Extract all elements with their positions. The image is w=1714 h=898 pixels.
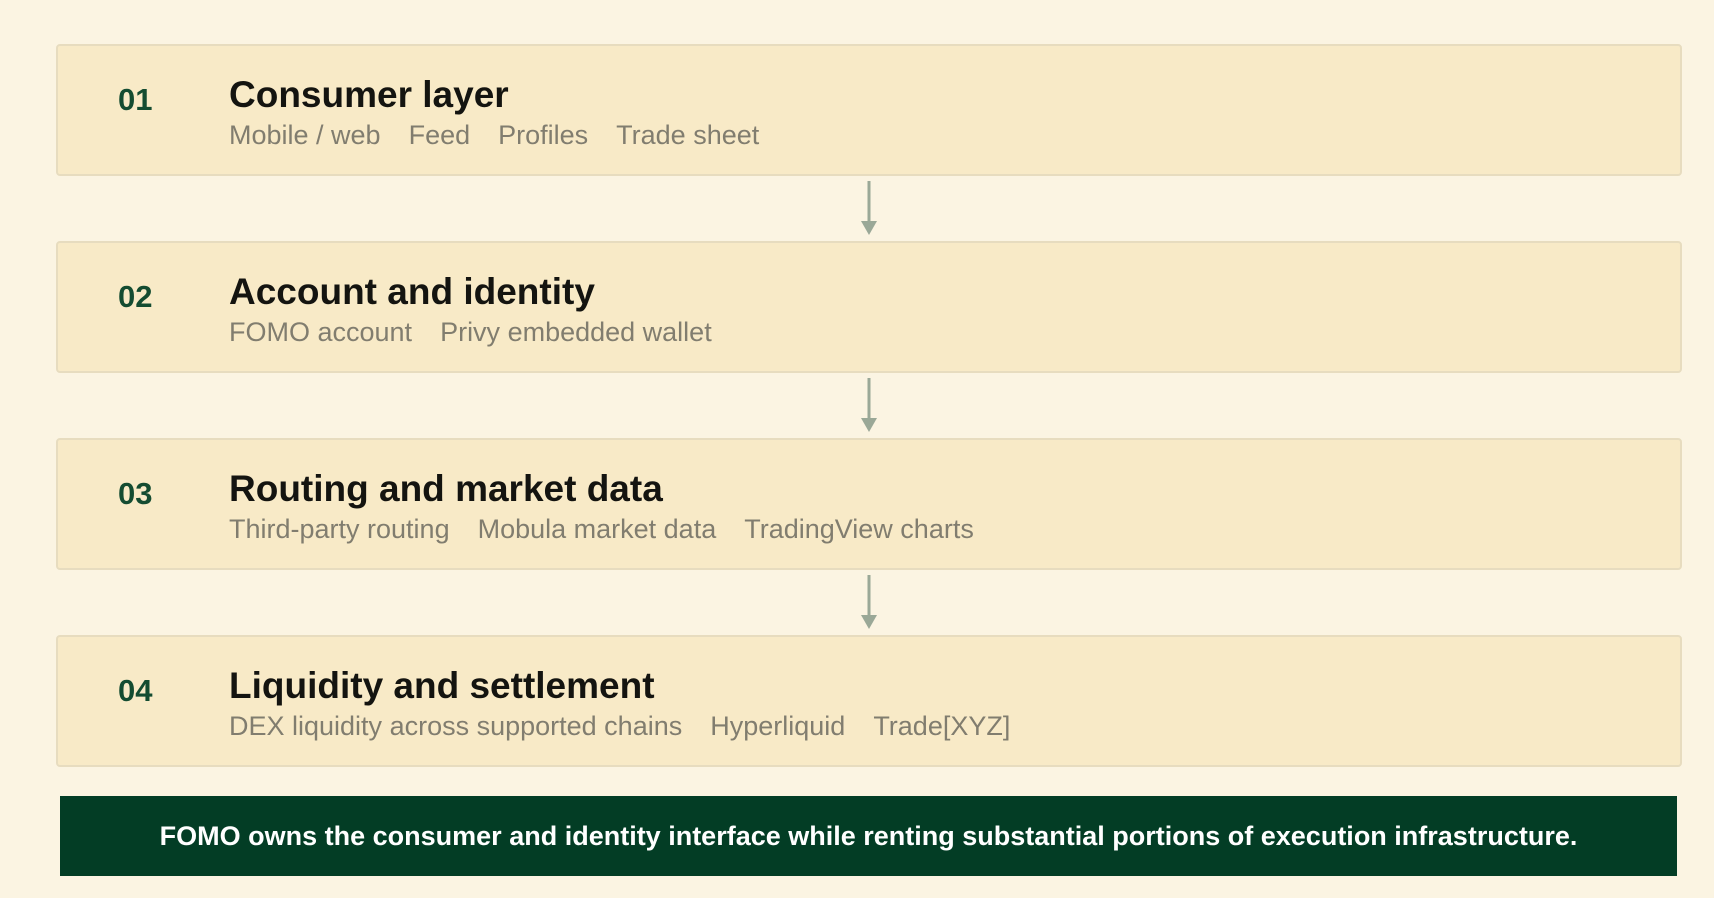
layer-number: 04 [118, 673, 153, 708]
layer-item: TradingView charts [744, 514, 974, 544]
layer-number: 01 [118, 82, 153, 117]
layer-body: Liquidity and settlement DEX liquidity a… [229, 665, 1660, 742]
layer-card-consumer: 01 Consumer layer Mobile / web Feed Profil… [56, 44, 1682, 176]
layer-item: DEX liquidity across supported chains [229, 711, 683, 741]
layer-title: Liquidity and settlement [229, 665, 655, 706]
connector [56, 176, 1682, 241]
arrow-down-icon [861, 575, 877, 629]
layer-number: 03 [118, 476, 153, 511]
layer-number: 02 [118, 279, 153, 314]
layer-body: Consumer layer Mobile / web Feed Profiles T… [229, 74, 1660, 151]
layer-item: Mobula market data [477, 514, 717, 544]
layer-item: Feed [408, 120, 471, 150]
layer-item: Trade sheet [616, 120, 760, 150]
layer-body: Routing and market data Third-party rout… [229, 468, 1660, 545]
summary-banner: FOMO owns the consumer and identity inte… [60, 796, 1677, 876]
layer-title: Account and identity [229, 271, 595, 312]
layer-card-account: 02 Account and identity FOMO account Priv… [56, 241, 1682, 373]
layer-items: Mobile / web Feed Profiles Trade sheet [229, 119, 1660, 151]
layer-card-routing: 03 Routing and market data Third-party r… [56, 438, 1682, 570]
connector [56, 570, 1682, 635]
layer-body: Account and identity FOMO account Privy e… [229, 271, 1660, 348]
connector [56, 373, 1682, 438]
layer-item: Privy embedded wallet [440, 317, 712, 347]
layer-items: DEX liquidity across supported chains Hyp… [229, 710, 1660, 742]
layer-item: Trade[XYZ] [873, 711, 1011, 741]
arrow-down-icon [861, 181, 877, 235]
layer-item: Profiles [498, 120, 589, 150]
layer-card-liquidity: 04 Liquidity and settlement DEX liquidit… [56, 635, 1682, 767]
layer-item: Mobile / web [229, 120, 381, 150]
layer-items: FOMO account Privy embedded wallet [229, 316, 1660, 348]
layer-items: Third-party routing Mobula market data Tra… [229, 513, 1660, 545]
layer-item: Third-party routing [229, 514, 450, 544]
layer-item: Hyperliquid [710, 711, 846, 741]
layer-stack: 01 Consumer layer Mobile / web Feed Profil… [56, 44, 1682, 767]
layer-item: FOMO account [229, 317, 413, 347]
summary-text: FOMO owns the consumer and identity inte… [159, 820, 1578, 851]
layer-title: Routing and market data [229, 468, 663, 509]
arrow-down-icon [861, 378, 877, 432]
layer-title: Consumer layer [229, 74, 509, 115]
